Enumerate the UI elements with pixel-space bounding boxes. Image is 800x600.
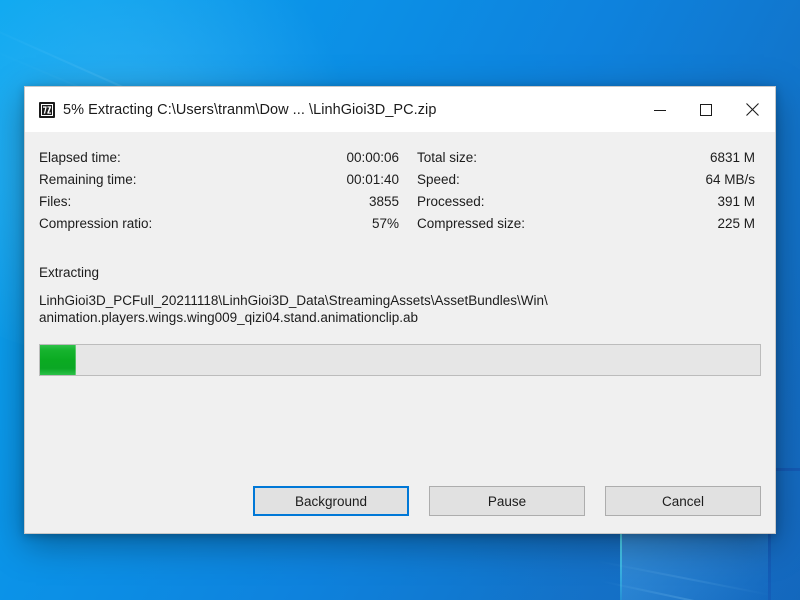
- stat-label: Total size:: [417, 150, 478, 165]
- stat-row-remaining-time: Remaining time: 00:01:40: [39, 172, 417, 194]
- window-titlebar[interactable]: 5% Extracting C:\Users\tranm\Dow ... \Li…: [25, 87, 775, 132]
- stat-row-files: Files: 3855: [39, 194, 417, 216]
- stat-label: Elapsed time:: [39, 150, 121, 165]
- dialog-buttons: Background Pause Cancel: [39, 486, 761, 516]
- current-file-path: LinhGioi3D_PCFull_20211118\LinhGioi3D_Da…: [39, 292, 739, 326]
- stat-row-compressed-size: Compressed size: 225 M: [417, 216, 755, 238]
- operation-label: Extracting: [39, 265, 100, 280]
- stat-label: Compressed size:: [417, 216, 526, 231]
- wallpaper-pane-edge-vertical: [620, 534, 622, 600]
- extraction-progress-window: 5% Extracting C:\Users\tranm\Dow ... \Li…: [24, 86, 776, 534]
- stat-row-elapsed-time: Elapsed time: 00:00:06: [39, 150, 417, 172]
- minimize-icon[interactable]: [637, 87, 683, 132]
- stat-value: 225 M: [717, 216, 755, 231]
- stat-label: Files:: [39, 194, 72, 209]
- window-title: 5% Extracting C:\Users\tranm\Dow ... \Li…: [63, 101, 437, 118]
- wallpaper-streak-bottom: [599, 580, 800, 600]
- wallpaper-streak-bottom-2: [595, 560, 773, 597]
- statistics-grid: Elapsed time: 00:00:06 Remaining time: 0…: [39, 150, 761, 238]
- progress-bar-fill: [40, 345, 76, 375]
- stat-value: 57%: [371, 216, 399, 231]
- stat-label: Processed:: [417, 194, 485, 209]
- 7zip-icon: [39, 101, 55, 118]
- stat-row-compression-ratio: Compression ratio: 57%: [39, 216, 417, 238]
- statistics-left-column: Elapsed time: 00:00:06 Remaining time: 0…: [39, 150, 417, 238]
- close-icon[interactable]: [729, 87, 775, 132]
- stat-label: Compression ratio:: [39, 216, 153, 231]
- stat-row-total-size: Total size: 6831 M: [417, 150, 755, 172]
- window-body: Elapsed time: 00:00:06 Remaining time: 0…: [25, 132, 775, 533]
- stat-label: Remaining time:: [39, 172, 137, 187]
- stat-row-speed: Speed: 64 MB/s: [417, 172, 755, 194]
- wallpaper-pane-fill: [622, 534, 768, 600]
- stat-value: 391 M: [717, 194, 755, 209]
- stat-label: Speed:: [417, 172, 460, 187]
- stat-value: 3855: [368, 194, 399, 209]
- pause-button[interactable]: Pause: [429, 486, 585, 516]
- current-file-path-line-2: animation.players.wings.wing009_qizi04.s…: [39, 310, 418, 325]
- window-controls: [637, 87, 775, 132]
- stat-value: 6831 M: [709, 150, 755, 165]
- background-button[interactable]: Background: [253, 486, 409, 516]
- current-file-path-line-1: LinhGioi3D_PCFull_20211118\LinhGioi3D_Da…: [39, 293, 548, 308]
- statistics-right-column: Total size: 6831 M Speed: 64 MB/s Proces…: [417, 150, 755, 238]
- stat-value: 00:00:06: [346, 150, 399, 165]
- progress-bar: [39, 344, 761, 376]
- stat-value: 64 MB/s: [705, 172, 755, 187]
- maximize-icon[interactable]: [683, 87, 729, 132]
- stat-row-processed: Processed: 391 M: [417, 194, 755, 216]
- cancel-button[interactable]: Cancel: [605, 486, 761, 516]
- stat-value: 00:01:40: [346, 172, 399, 187]
